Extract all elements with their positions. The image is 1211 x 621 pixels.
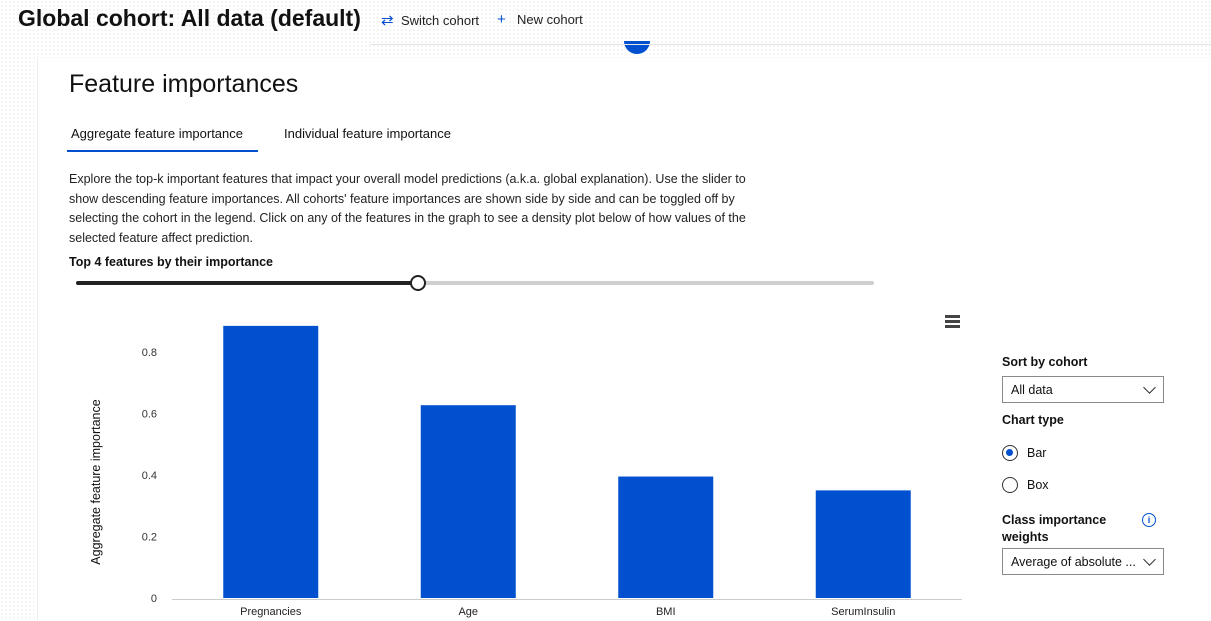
x-tick-label: Age (458, 606, 478, 618)
chart-type-label: Chart type (1002, 413, 1064, 427)
class-importance-weights-label: Class importance weights (1002, 513, 1106, 544)
y-tick-label: 0.8 (142, 347, 157, 359)
radio-bar[interactable] (1002, 445, 1018, 461)
radio-box-label[interactable]: Box (1027, 478, 1049, 492)
class-importance-weights-dropdown[interactable]: Average of absolute ... (1002, 548, 1164, 575)
radio-box[interactable] (1002, 477, 1018, 493)
class-weights-label-line2: weights (1002, 530, 1049, 544)
sort-by-cohort-label: Sort by cohort (1002, 355, 1088, 369)
class-weights-label-line1: Class importance (1002, 513, 1107, 527)
chevron-down-icon (1143, 553, 1156, 566)
y-tick-label: 0.4 (142, 470, 157, 482)
bar[interactable] (618, 476, 714, 598)
x-tick-label: BMI (656, 606, 676, 618)
sort-by-cohort-dropdown[interactable]: All data (1002, 376, 1164, 403)
sort-by-cohort-value: All data (1011, 383, 1053, 397)
radio-bar-label[interactable]: Bar (1027, 446, 1046, 460)
y-tick-label: 0.6 (142, 409, 157, 421)
y-tick-label: 0.2 (142, 532, 157, 544)
chart-menu-icon[interactable] (945, 315, 961, 329)
bar[interactable] (420, 405, 516, 598)
x-tick-label: Pregnancies (240, 606, 302, 618)
y-tick-label: 0 (151, 593, 157, 605)
bar[interactable] (223, 325, 319, 598)
x-tick-label: SerumInsulin (831, 606, 895, 618)
chevron-down-icon (1143, 381, 1156, 394)
info-icon[interactable]: i (1142, 513, 1156, 527)
class-weights-value: Average of absolute ... (1011, 555, 1136, 569)
y-axis-label: Aggregate feature importance (89, 399, 103, 564)
bar[interactable] (815, 490, 911, 598)
